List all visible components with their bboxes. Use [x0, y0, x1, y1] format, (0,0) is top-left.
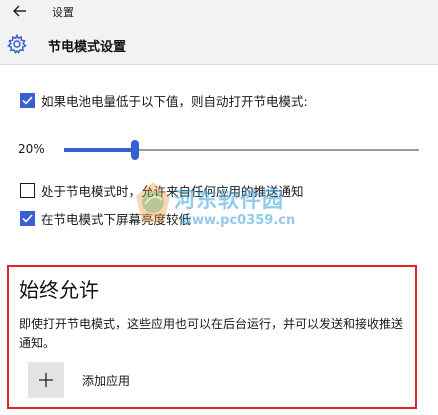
- auto-battery-saver-checkbox[interactable]: [20, 93, 35, 108]
- lower-brightness-checkbox[interactable]: [20, 211, 35, 226]
- watermark-url: www.pc0359.cn: [180, 213, 296, 228]
- checkmark-icon: [22, 214, 33, 223]
- section-description: 即使打开节电模式，这些应用也可以在后台运行，并可以发送和接收推送通知。: [19, 317, 404, 350]
- page-title: 节电模式设置: [48, 40, 127, 55]
- push-notifications-checkbox[interactable]: [20, 183, 35, 198]
- add-app-tile[interactable]: [28, 362, 64, 398]
- push-notifications-label: 处于节电模式时，允许来自任何应用的推送通知: [41, 184, 304, 199]
- checkmark-icon: [22, 96, 33, 105]
- auto-battery-saver-label: 如果电池电量低于以下值，则自动打开节电模式:: [41, 94, 308, 109]
- add-app-button[interactable]: 添加应用: [28, 362, 130, 398]
- slider-fill: [64, 148, 135, 152]
- slider-thumb[interactable]: [131, 140, 139, 160]
- settings-window: 设置 节电模式设置 如果电池电量低于以下值，则自动打开节电模式: 20% 处于节…: [0, 0, 438, 415]
- title-bar: 设置: [0, 0, 438, 24]
- window-title: 设置: [52, 6, 74, 19]
- section-title: 始终允许: [19, 278, 99, 302]
- always-allowed-section: 始终允许 即使打开节电模式，这些应用也可以在后台运行，并可以发送和接收推送通知。…: [7, 265, 417, 409]
- back-arrow-icon: [13, 5, 26, 17]
- lower-brightness-row[interactable]: 在节电模式下屏幕亮度较低: [20, 209, 191, 228]
- threshold-value: 20%: [18, 142, 45, 156]
- lower-brightness-label: 在节电模式下屏幕亮度较低: [41, 212, 192, 227]
- gear-icon: [7, 34, 27, 54]
- page-header: 节电模式设置: [0, 24, 438, 65]
- battery-threshold-slider[interactable]: [64, 140, 419, 160]
- plus-icon: [39, 373, 53, 387]
- push-notifications-row[interactable]: 处于节电模式时，允许来自任何应用的推送通知: [20, 181, 304, 200]
- add-app-label: 添加应用: [82, 373, 131, 388]
- back-button[interactable]: [10, 1, 30, 21]
- auto-battery-saver-row[interactable]: 如果电池电量低于以下值，则自动打开节电模式:: [20, 91, 308, 110]
